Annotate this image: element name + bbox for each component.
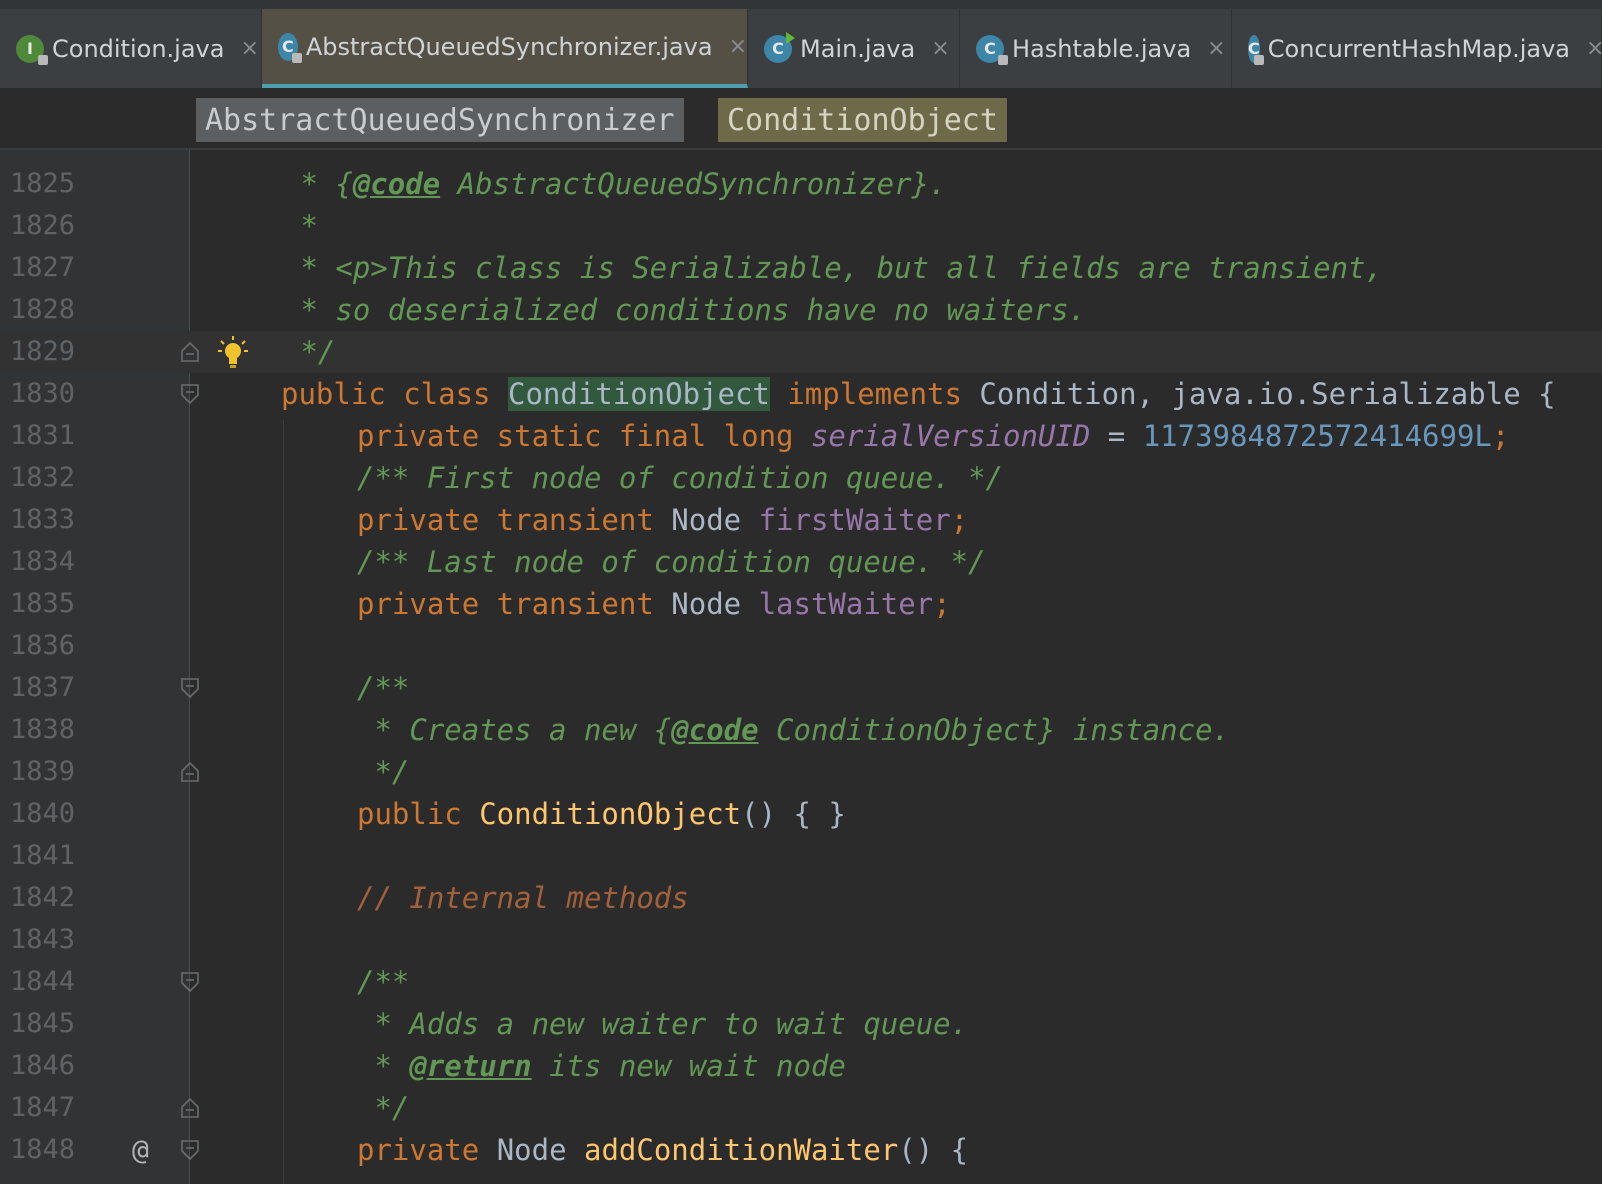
fold-start-icon[interactable]: [180, 383, 200, 405]
breadcrumb-item-conditionobject[interactable]: ConditionObject: [718, 98, 1007, 142]
code-line: 1846 * @return its new wait node: [0, 1045, 1602, 1087]
tab-abstractqueuedsynchronizer-java[interactable]: C AbstractQueuedSynchronizer.java ×: [262, 9, 748, 88]
tab-bar-top-strip: [0, 0, 1602, 9]
line-number: 1848: [10, 1134, 76, 1165]
code-line: 1847 */: [0, 1087, 1602, 1129]
breadcrumb-item-abstractqueuedsynchronizer[interactable]: AbstractQueuedSynchronizer: [196, 98, 684, 142]
tab-label: AbstractQueuedSynchronizer.java: [305, 32, 713, 61]
line-number: 1845: [10, 1008, 76, 1039]
line-number: 1826: [10, 210, 76, 241]
tab-concurrenthashmap-java[interactable]: C ConcurrentHashMap.java ×: [1232, 9, 1602, 88]
code-line: 1838 * Creates a new {@code ConditionObj…: [0, 709, 1602, 751]
line-number: 1841: [10, 840, 76, 871]
code-line: 1830 public class ConditionObject implem…: [0, 373, 1602, 415]
override-marker-icon[interactable]: @: [132, 1129, 149, 1171]
code-line: 1832 /** First node of condition queue. …: [0, 457, 1602, 499]
line-number: 1838: [10, 714, 76, 745]
line-number: 1829: [10, 336, 76, 367]
editor-tab-bar: I Condition.java × C AbstractQueuedSynch…: [0, 0, 1602, 88]
code-line: 1827 * <p>This class is Serializable, bu…: [0, 247, 1602, 289]
code-line: 1837 /**: [0, 667, 1602, 709]
line-number: 1828: [10, 294, 76, 325]
line-number: 1830: [10, 378, 76, 409]
code-line: 1844 /**: [0, 961, 1602, 1003]
tab-main-java[interactable]: C Main.java ×: [748, 9, 960, 88]
close-icon[interactable]: ×: [1586, 36, 1602, 61]
runnable-class-icon: C: [764, 31, 795, 63]
code-line: 1825 * {@code AbstractQueuedSynchronizer…: [0, 163, 1602, 205]
fold-end-icon[interactable]: [180, 341, 200, 363]
line-number: 1844: [10, 966, 76, 997]
tab-hashtable-java[interactable]: C Hashtable.java ×: [960, 9, 1232, 88]
tab-label: Main.java: [800, 34, 916, 63]
identifier-highlight: ConditionObject: [507, 377, 770, 411]
line-number: 1842: [10, 882, 76, 913]
line-number: 1846: [10, 1050, 76, 1081]
code-line: 1843: [0, 919, 1602, 961]
code-line-current: 1829 */: [0, 331, 1602, 373]
code-editor[interactable]: 1825 * {@code AbstractQueuedSynchronizer…: [0, 150, 1602, 1184]
line-number: 1832: [10, 462, 76, 493]
code-line: 1828 * so deserialized conditions have n…: [0, 289, 1602, 331]
code-line: 1836: [0, 625, 1602, 667]
code-line: 1834 /** Last node of condition queue. *…: [0, 541, 1602, 583]
line-number: 1835: [10, 588, 76, 619]
tab-label: Condition.java: [52, 34, 225, 63]
breadcrumb: AbstractQueuedSynchronizer ConditionObje…: [0, 88, 1602, 150]
code-line: 1831 private static final long serialVer…: [0, 415, 1602, 457]
line-number: 1831: [10, 420, 76, 451]
line-number: 1837: [10, 672, 76, 703]
code-line: 1845 * Adds a new waiter to wait queue.: [0, 1003, 1602, 1045]
fold-end-icon[interactable]: [180, 761, 200, 783]
line-number: 1827: [10, 252, 76, 283]
line-number: 1836: [10, 630, 76, 661]
fold-start-icon[interactable]: [180, 1139, 200, 1161]
tab-label: ConcurrentHashMap.java: [1267, 34, 1571, 63]
code-line: 1826 *: [0, 205, 1602, 247]
tab-label: Hashtable.java: [1012, 34, 1192, 63]
line-number: 1840: [10, 798, 76, 829]
code-line: 1840 public ConditionObject() { }: [0, 793, 1602, 835]
line-number: 1847: [10, 1092, 76, 1123]
line-number: 1839: [10, 756, 76, 787]
line-number: 1834: [10, 546, 76, 577]
class-icon: C: [976, 34, 1008, 65]
code-line: 1833 private transient Node firstWaiter;: [0, 499, 1602, 541]
lightbulb-icon[interactable]: [218, 335, 248, 369]
fold-start-icon[interactable]: [180, 677, 200, 699]
code-line: 1835 private transient Node lastWaiter;: [0, 583, 1602, 625]
code-line: 1841: [0, 835, 1602, 877]
class-icon: C: [1248, 34, 1264, 65]
code-line: 1842 // Internal methods: [0, 877, 1602, 919]
line-number: 1825: [10, 168, 76, 199]
code-line: 1839 */: [0, 751, 1602, 793]
code-line: 1848 @ private Node addConditionWaiter()…: [0, 1129, 1602, 1171]
line-number: 1843: [10, 924, 76, 955]
close-icon[interactable]: ×: [240, 36, 258, 61]
tab-condition-java[interactable]: I Condition.java ×: [0, 9, 262, 88]
line-number: 1833: [10, 504, 76, 535]
class-icon: C: [278, 32, 302, 63]
fold-end-icon[interactable]: [180, 1097, 200, 1119]
fold-start-icon[interactable]: [180, 971, 200, 993]
interface-icon: I: [16, 34, 48, 65]
close-icon[interactable]: ×: [1207, 36, 1225, 61]
close-icon[interactable]: ×: [931, 36, 949, 61]
close-icon[interactable]: ×: [729, 34, 747, 59]
